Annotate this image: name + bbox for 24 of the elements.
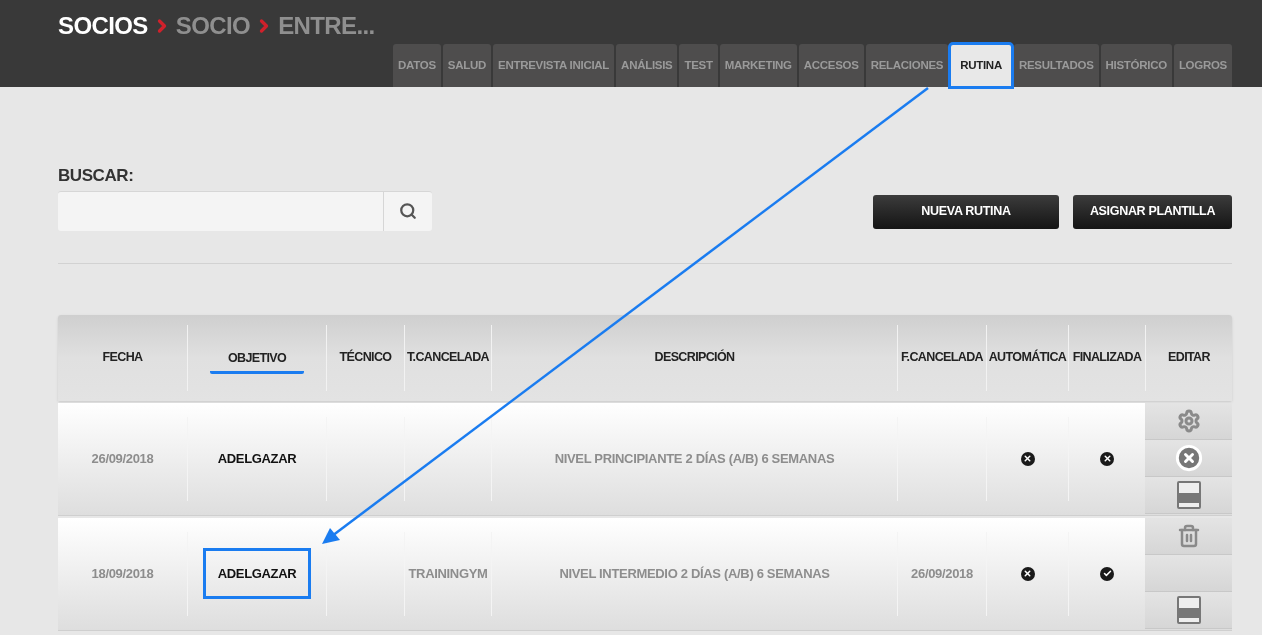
table-cell: ADELGAZAR xyxy=(202,547,312,600)
action-button[interactable]: ASIGNAR PLANTILLA xyxy=(1073,194,1232,229)
column-header[interactable]: FINALIZADA xyxy=(1072,348,1142,367)
column-header[interactable]: TÉCNICO xyxy=(339,348,392,367)
table-cell-text: 26/09/2018 xyxy=(91,449,154,468)
action-button[interactable]: NUEVA RUTINA xyxy=(873,194,1059,229)
table-cell-text: 26/09/2018 xyxy=(911,564,973,583)
column-header[interactable]: OBJETIVO xyxy=(209,348,305,375)
search-label: BUSCAR: xyxy=(58,165,135,187)
breadcrumb-item: ENTRE... xyxy=(278,11,375,41)
column-header[interactable]: T.CANCELADA xyxy=(407,348,489,367)
breadcrumb-item[interactable]: SOCIOS xyxy=(58,8,148,44)
column-header[interactable]: EDITAR xyxy=(1168,348,1210,367)
column-header[interactable]: AUTOMÁTICA xyxy=(988,348,1067,367)
column-header[interactable]: F.CANCELADA xyxy=(901,348,983,367)
column-header[interactable]: FECHA xyxy=(102,348,143,367)
tab[interactable]: RUTINA xyxy=(950,44,1012,87)
table-cell-text: TRAININGYM xyxy=(408,564,488,583)
table-cell-text: ADELGAZAR xyxy=(216,449,298,468)
table-cell-text: NIVEL PRINCIPIANTE 2 DÍAS (A/B) 6 SEMANAS xyxy=(554,449,835,468)
breadcrumb-item[interactable]: SOCIO xyxy=(175,8,251,44)
table-cell-text: NIVEL INTERMEDIO 2 DÍAS (A/B) 6 SEMANAS xyxy=(559,564,830,583)
table-cell-text: 18/09/2018 xyxy=(91,564,154,583)
column-header[interactable]: DESCRIPCIÓN xyxy=(654,348,735,367)
